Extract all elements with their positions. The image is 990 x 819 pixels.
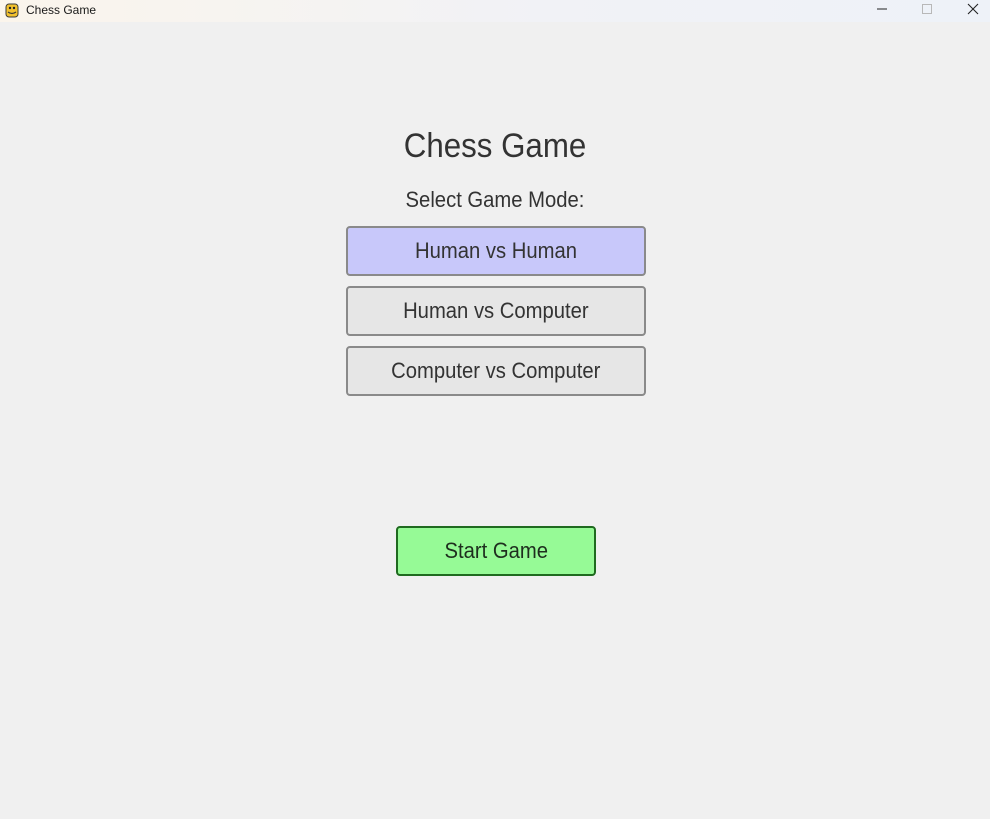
- minimize-icon: [876, 2, 888, 20]
- mode-button-label: Human vs Computer: [403, 298, 589, 323]
- start-game-button[interactable]: Start Game: [396, 526, 596, 576]
- minimize-button[interactable]: [859, 0, 905, 22]
- page-title: Chess Game: [403, 127, 587, 165]
- start-game-label: Start Game: [444, 538, 548, 563]
- close-icon: [967, 2, 979, 20]
- python-snake-icon: [5, 3, 19, 18]
- close-button[interactable]: [950, 0, 990, 22]
- mode-button-human-vs-human[interactable]: Human vs Human: [346, 226, 646, 276]
- maximize-icon: [921, 2, 933, 20]
- mode-button-human-vs-computer[interactable]: Human vs Computer: [346, 286, 646, 336]
- maximize-button[interactable]: [904, 0, 950, 22]
- mode-prompt: Select Game Mode:: [405, 187, 585, 212]
- window-title: Chess Game: [26, 3, 97, 17]
- title-bar[interactable]: Chess Game: [0, 0, 990, 22]
- mode-button-label: Computer vs Computer: [391, 358, 601, 383]
- app-window: Chess Game Chess Game Select Game Mode: …: [0, 0, 990, 819]
- mode-button-computer-vs-computer[interactable]: Computer vs Computer: [346, 346, 646, 396]
- game-menu: Chess Game Select Game Mode: Human vs Hu…: [0, 22, 990, 819]
- mode-button-label: Human vs Human: [414, 238, 577, 263]
